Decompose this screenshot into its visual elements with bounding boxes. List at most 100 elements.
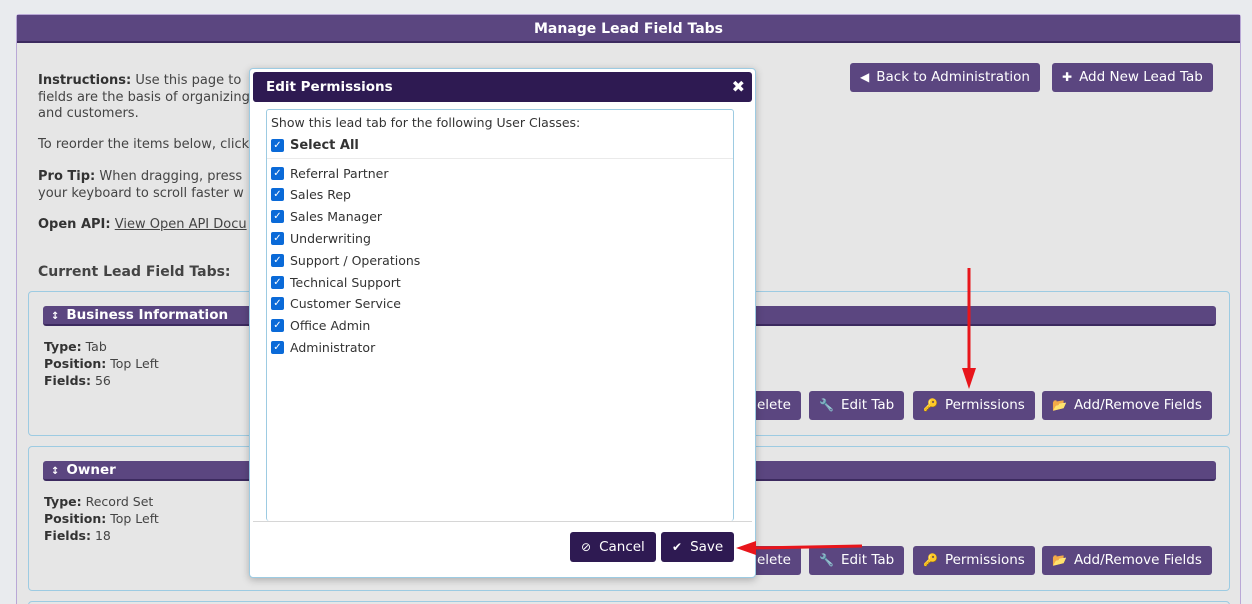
add-new-lead-tab-button[interactable]: ✚ Add New Lead Tab (1052, 63, 1213, 92)
edit-tab-label: Edit Tab (840, 397, 895, 413)
checkmark-icon[interactable]: ✓ (271, 166, 284, 180)
user-class-label: Technical Support (290, 274, 401, 290)
instructions-text: Use this page to (131, 73, 242, 88)
ban-icon: ⊘ (581, 540, 592, 554)
checkmark-icon[interactable]: ✓ (271, 209, 284, 223)
user-class-label: Office Admin (290, 317, 371, 333)
wrench-icon: 🔧 (819, 553, 834, 567)
close-icon[interactable]: ✖ (732, 72, 745, 102)
permissions-intro: Show this lead tab for the following Use… (271, 115, 581, 130)
divider (267, 158, 733, 159)
fields-value: 18 (94, 528, 111, 543)
add-remove-fields-button[interactable]: 📂 Add/Remove Fields (1042, 546, 1212, 575)
circle-arrow-left-icon: ◀ (860, 70, 870, 84)
drag-handle-icon[interactable]: ↕ (51, 311, 59, 322)
user-class-label: Customer Service (290, 295, 401, 311)
user-class-label: Underwriting (290, 230, 371, 246)
protip-label: Pro Tip: (38, 169, 96, 184)
add-remove-fields-label: Add/Remove Fields (1073, 552, 1202, 568)
type-value: Tab (85, 339, 107, 354)
position-label: Position: (44, 356, 107, 371)
cancel-label: Cancel (599, 539, 645, 555)
folder-open-icon: 📂 (1052, 398, 1067, 412)
checkmark-icon[interactable]: ✓ (271, 138, 284, 152)
save-button[interactable]: ✔ Save (661, 532, 735, 562)
modal-title: Edit Permissions (266, 79, 393, 95)
open-api-docs-link[interactable]: View Open API Docu (115, 217, 247, 232)
lead-tab-name: Owner (66, 462, 116, 478)
position-value: Top Left (110, 511, 159, 526)
permissions-button[interactable]: 🔑 Permissions (913, 391, 1035, 420)
edit-permissions-modal: Edit Permissions ✖ Show this lead tab fo… (249, 68, 756, 578)
drag-handle-icon[interactable]: ↕ (51, 466, 59, 477)
fields-value: 56 (94, 373, 111, 388)
position-label: Position: (44, 511, 107, 526)
checkmark-icon[interactable]: ✓ (271, 318, 284, 332)
edit-tab-button[interactable]: 🔧 Edit Tab (809, 391, 905, 420)
page-title: Manage Lead Field Tabs (17, 15, 1240, 43)
delete-button-label: elete (757, 397, 791, 413)
user-class-label: Referral Partner (290, 165, 389, 181)
type-label: Type: (44, 494, 82, 509)
key-icon: 🔑 (923, 553, 938, 567)
add-button-label: Add New Lead Tab (1079, 69, 1203, 85)
check-circle-icon: ✔ (672, 540, 683, 554)
instructions-line2: fields are the basis of organizing (38, 90, 250, 105)
checkmark-icon[interactable]: ✓ (271, 187, 284, 201)
checkmark-icon[interactable]: ✓ (271, 340, 284, 354)
wrench-icon: 🔧 (819, 398, 834, 412)
user-class-label: Administrator (290, 339, 376, 355)
delete-button-label: elete (757, 552, 791, 568)
permissions-button[interactable]: 🔑 Permissions (913, 546, 1035, 575)
reorder-text: To reorder the items below, click (38, 137, 250, 152)
checkmark-icon[interactable]: ✓ (271, 275, 284, 289)
fields-label: Fields: (44, 528, 91, 543)
add-remove-fields-button[interactable]: 📂 Add/Remove Fields (1042, 391, 1212, 420)
user-class-checkbox[interactable]: ✓ Referral Partner (271, 164, 389, 182)
instructions-line3: and customers. (38, 106, 139, 121)
edit-tab-label: Edit Tab (840, 552, 895, 568)
protip-line1: Pro Tip: When dragging, press (38, 169, 242, 185)
back-button-label: Back to Administration (876, 69, 1030, 85)
select-all-label: Select All (290, 137, 359, 153)
checkmark-icon[interactable]: ✓ (271, 253, 284, 267)
plus-icon: ✚ (1062, 70, 1073, 84)
user-class-checkbox[interactable]: ✓ Underwriting (271, 229, 371, 247)
modal-footer-divider (253, 521, 752, 522)
save-label: Save (690, 539, 724, 555)
instructions-line1: Instructions: Use this page to (38, 73, 241, 89)
lead-tab-name: Business Information (66, 307, 229, 323)
lead-tab-meta: Type: Tab Position: Top Left Fields: 56 (44, 338, 159, 389)
checkmark-icon[interactable]: ✓ (271, 296, 284, 310)
user-class-checkbox[interactable]: ✓ Sales Manager (271, 207, 382, 225)
user-class-checkbox[interactable]: ✓ Sales Rep (271, 185, 351, 203)
open-api-label: Open API: (38, 217, 111, 232)
modal-header: Edit Permissions ✖ (253, 72, 752, 102)
back-to-administration-button[interactable]: ◀ Back to Administration (850, 63, 1040, 92)
user-class-label: Sales Manager (290, 208, 383, 224)
type-value: Record Set (85, 494, 154, 509)
permissions-label: Permissions (944, 552, 1025, 568)
user-class-checkbox[interactable]: ✓ Technical Support (271, 273, 401, 291)
protip-text: When dragging, press (95, 169, 243, 184)
user-class-checkbox[interactable]: ✓ Support / Operations (271, 251, 420, 269)
add-remove-fields-label: Add/Remove Fields (1073, 397, 1202, 413)
fields-label: Fields: (44, 373, 91, 388)
user-class-checkbox[interactable]: ✓ Customer Service (271, 294, 401, 312)
user-class-label: Sales Rep (290, 186, 351, 202)
instructions-label: Instructions: (38, 73, 132, 88)
user-class-checkbox[interactable]: ✓ Office Admin (271, 316, 370, 334)
key-icon: 🔑 (923, 398, 938, 412)
folder-open-icon: 📂 (1052, 553, 1067, 567)
permissions-list: Show this lead tab for the following Use… (266, 109, 734, 521)
checkmark-icon[interactable]: ✓ (271, 231, 284, 245)
position-value: Top Left (110, 356, 159, 371)
select-all-checkbox[interactable]: ✓ Select All (271, 136, 359, 154)
user-class-label: Support / Operations (290, 252, 421, 268)
protip-line2: your keyboard to scroll faster w (38, 186, 244, 201)
edit-tab-button[interactable]: 🔧 Edit Tab (809, 546, 905, 575)
cancel-button[interactable]: ⊘ Cancel (570, 532, 656, 562)
type-label: Type: (44, 339, 82, 354)
user-class-checkbox[interactable]: ✓ Administrator (271, 338, 375, 356)
section-title: Current Lead Field Tabs: (38, 264, 231, 280)
